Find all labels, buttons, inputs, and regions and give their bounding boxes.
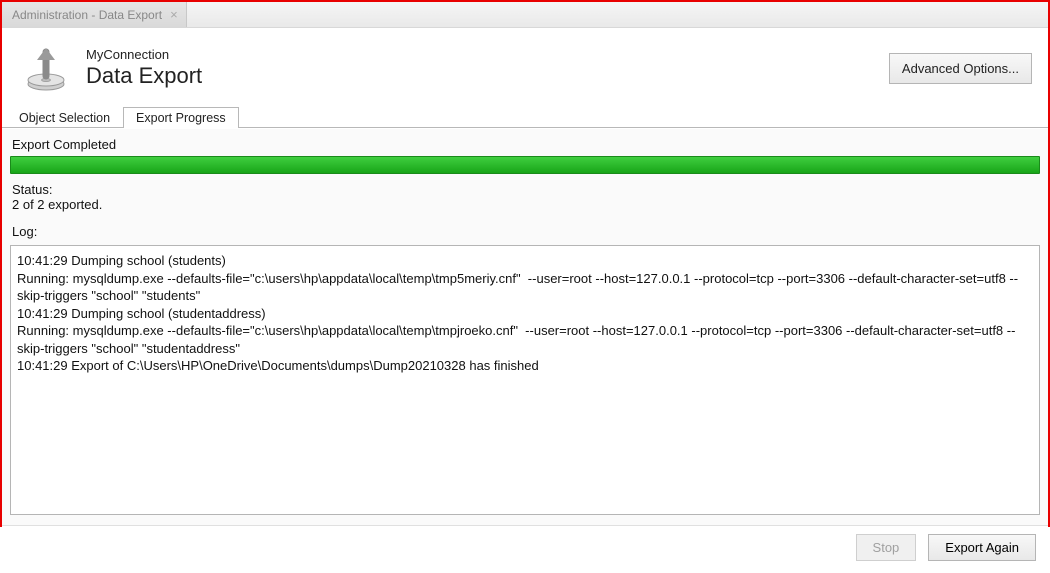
status-value: 2 of 2 exported. [8,197,1042,222]
log-textarea[interactable]: 10:41:29 Dumping school (students) Runni… [10,245,1040,515]
title-column: MyConnection Data Export [86,47,202,89]
window-frame: Administration - Data Export × MyConnect… [0,0,1050,527]
progress-bar [10,156,1040,174]
app-tab-administration-data-export[interactable]: Administration - Data Export × [2,2,187,27]
log-label: Log: [8,222,1042,245]
app-tab-label: Administration - Data Export [12,8,162,22]
close-icon[interactable]: × [170,8,178,21]
export-again-button[interactable]: Export Again [928,534,1036,561]
app-tab-strip: Administration - Data Export × [2,2,1048,28]
footer-button-row: Stop Export Again [2,525,1048,573]
export-disk-icon [18,40,74,96]
header-row: MyConnection Data Export Advanced Option… [2,28,1048,104]
connection-name: MyConnection [86,47,202,63]
tab-object-selection[interactable]: Object Selection [6,107,123,128]
sub-tab-bar: Object Selection Export Progress [2,104,1048,128]
tab-content-export-progress: Export Completed Status: 2 of 2 exported… [2,128,1048,525]
status-label: Status: [8,180,1042,197]
progress-bar-fill [11,157,1039,173]
page-title: Data Export [86,63,202,89]
export-completed-heading: Export Completed [8,129,1042,156]
stop-button: Stop [856,534,917,561]
advanced-options-button[interactable]: Advanced Options... [889,53,1032,84]
tab-export-progress[interactable]: Export Progress [123,107,239,128]
